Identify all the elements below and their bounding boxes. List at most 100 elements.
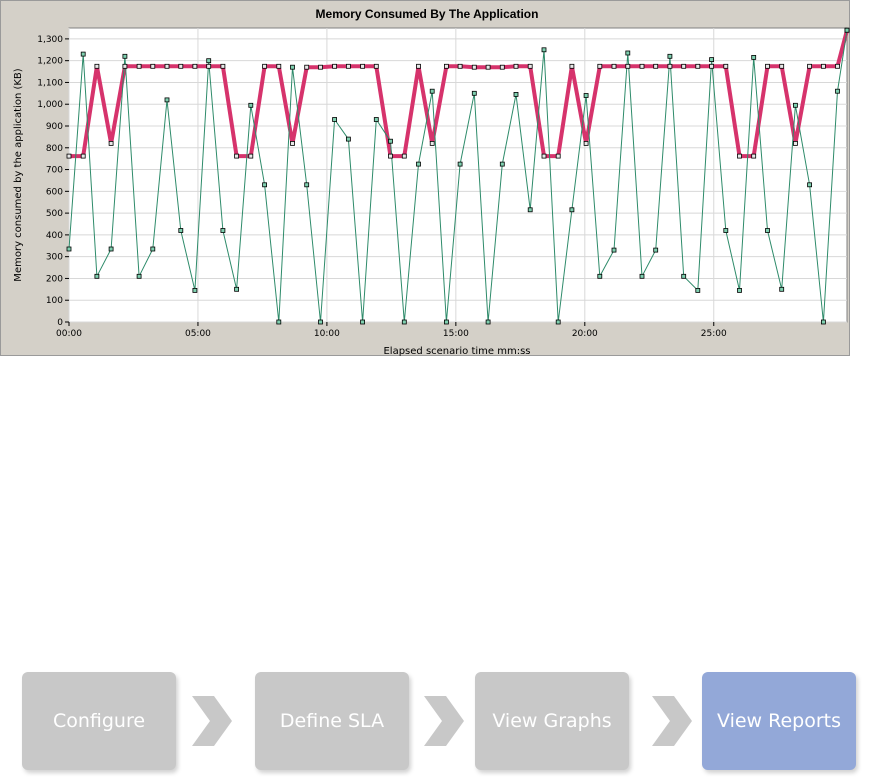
data-point-marker (373, 63, 379, 69)
y-tick-label: 100 (46, 296, 63, 306)
data-point-marker (234, 153, 240, 159)
chevron-right-icon (192, 696, 232, 746)
data-point-marker (443, 63, 449, 69)
data-point-marker (611, 247, 617, 253)
data-point-marker (485, 64, 491, 70)
x-tick-label: 15:00 (443, 329, 469, 339)
data-point-marker (108, 140, 114, 146)
data-point-marker (416, 63, 421, 69)
data-point-marker (416, 161, 421, 167)
data-point-marker (695, 287, 701, 293)
data-point-marker (429, 140, 435, 146)
data-point-marker (765, 63, 770, 69)
data-point-marker (485, 319, 491, 325)
data-point-marker (94, 273, 100, 279)
data-point-marker (779, 63, 785, 69)
data-point-marker (457, 63, 463, 69)
data-point-marker (457, 161, 463, 167)
data-point-marker (262, 63, 268, 69)
data-point-marker (164, 63, 170, 69)
data-point-marker (388, 153, 393, 159)
y-axis-ticks: 0 100 200 300 400 500 600 700 800 900 1,000 1,100 1,… (37, 35, 69, 328)
chart-panel: Memory Consumed By The Application 0 100 2… (0, 0, 850, 357)
configure-step[interactable]: Configure (22, 672, 176, 770)
data-point-marker (751, 153, 757, 159)
y-tick-label: 600 (46, 187, 63, 197)
data-point-marker (569, 63, 575, 69)
data-point-marker (108, 246, 114, 252)
data-point-marker (164, 97, 170, 103)
data-point-marker (835, 63, 840, 69)
data-point-marker (653, 247, 659, 253)
y-tick-label: 800 (46, 144, 63, 154)
data-point-marker (178, 228, 184, 233)
y-tick-label: 1,300 (37, 35, 63, 45)
data-point-marker (262, 182, 268, 188)
data-point-marker (793, 140, 798, 146)
data-point-marker (318, 319, 323, 325)
data-point-marker (737, 153, 742, 159)
y-tick-label: 900 (46, 122, 63, 132)
data-point-marker (821, 63, 826, 69)
data-point-marker (360, 63, 366, 69)
data-point-marker (443, 319, 449, 325)
data-point-marker (345, 63, 351, 69)
data-point-marker (192, 287, 198, 293)
x-tick-label: 05:00 (185, 329, 211, 339)
data-point-marker (429, 88, 435, 94)
data-point-marker (597, 63, 603, 69)
data-point-marker (681, 273, 687, 279)
data-point-marker (625, 50, 631, 56)
define-sla-step[interactable]: Define SLA (255, 672, 409, 770)
data-point-marker (527, 63, 533, 69)
data-point-marker (555, 153, 561, 159)
view-reports-step[interactable]: View Reports (702, 672, 856, 770)
data-point-marker (150, 63, 156, 69)
data-point-marker (94, 63, 100, 69)
chart-title: Memory Consumed By The Application (316, 7, 539, 21)
data-point-marker (80, 51, 86, 57)
data-point-marker (723, 63, 729, 69)
data-point-marker (373, 117, 379, 122)
y-tick-label: 300 (46, 253, 63, 263)
data-point-marker (499, 64, 505, 70)
workflow-steps: Configure Define SLA View Graphs View Re… (0, 660, 880, 784)
data-point-marker (304, 182, 310, 188)
data-point-marker (248, 153, 254, 159)
data-point-marker (332, 117, 338, 122)
data-point-marker (807, 182, 812, 188)
data-point-marker (597, 273, 603, 279)
y-tick-label: 1,000 (37, 100, 63, 110)
data-point-marker (653, 63, 659, 69)
x-tick-label: 20:00 (572, 329, 598, 339)
y-axis-label: Memory consumed by the application (KB) (13, 68, 24, 281)
x-tick-label: 00:00 (56, 329, 82, 339)
data-point-marker (807, 63, 812, 69)
data-point-marker (122, 53, 128, 59)
data-point-marker (737, 287, 742, 293)
data-point-marker (150, 246, 156, 252)
x-axis-label: Elapsed scenario time mm:ss (383, 346, 530, 357)
data-point-marker (136, 63, 142, 69)
view-graphs-step[interactable]: View Graphs (475, 672, 629, 770)
data-point-marker (723, 228, 729, 233)
data-point-marker (541, 153, 547, 159)
data-point-marker (122, 63, 128, 69)
data-point-marker (751, 55, 757, 60)
data-point-marker (136, 273, 142, 279)
data-point-marker (206, 58, 212, 64)
y-tick-label: 400 (46, 231, 63, 241)
data-point-marker (318, 64, 323, 70)
data-point-marker (276, 63, 282, 69)
data-point-marker (304, 64, 310, 70)
data-point-marker (765, 228, 770, 233)
data-point-marker (401, 153, 407, 159)
data-point-marker (499, 161, 505, 167)
data-point-marker (248, 102, 254, 108)
data-point-marker (667, 63, 673, 69)
y-tick-label: 500 (46, 209, 63, 219)
data-point-marker (206, 63, 212, 69)
data-point-marker (178, 63, 184, 69)
data-point-marker (667, 53, 673, 59)
data-point-marker (709, 63, 714, 69)
